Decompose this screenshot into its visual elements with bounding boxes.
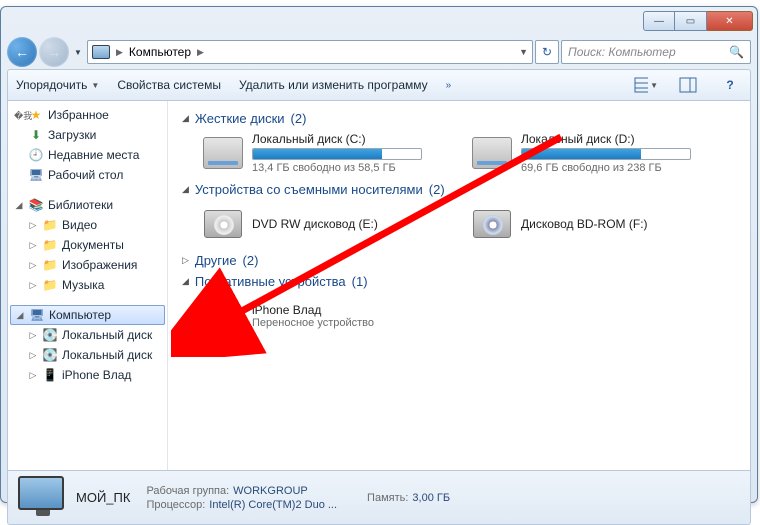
sidebar-drive-d[interactable]: ▷💽Локальный диск (8, 345, 167, 365)
section-hard-drives[interactable]: ◢ Жесткие диски (2) (182, 111, 736, 126)
usage-bar-d (522, 149, 641, 159)
star-icon: ★ (28, 107, 44, 123)
sidebar-desktop[interactable]: 🖥Рабочий стол (8, 165, 167, 185)
computer-node[interactable]: ◢🖥Компьютер (10, 305, 165, 325)
section-removable[interactable]: ◢ Устройства со съемными носителями (2) (182, 182, 736, 197)
back-button[interactable]: ← (7, 37, 37, 67)
collapse-icon: ◢ (182, 113, 189, 124)
collapse-icon: ◢ (182, 184, 189, 195)
address-bar[interactable]: ▶ Компьютер ▶ ▼ (87, 40, 533, 64)
folder-icon: 📁 (42, 257, 58, 273)
device-iphone[interactable]: iPhone Влад Переносное устройство (202, 295, 447, 337)
bluray-icon (471, 203, 513, 245)
organize-menu[interactable]: Упорядочить▼ (16, 78, 99, 92)
nav-bar: ← → ▼ ▶ Компьютер ▶ ▼ ↻ Поиск: Компьютер… (7, 35, 751, 69)
forward-button[interactable]: → (39, 37, 69, 67)
maximize-button[interactable]: ▭ (675, 11, 707, 31)
overflow-button[interactable]: » (446, 80, 452, 91)
collapse-icon: ◢ (182, 276, 189, 287)
expand-icon: ▷ (182, 255, 189, 266)
folder-icon: 📁 (42, 237, 58, 253)
drive-icon: 💽 (42, 327, 58, 343)
breadcrumb-computer[interactable]: Компьютер (129, 45, 191, 59)
details-pane: МОЙ_ПК Рабочая группа: WORKGROUP Процесс… (7, 471, 751, 525)
sidebar-documents[interactable]: ▷📁Документы (8, 235, 167, 255)
help-button[interactable]: ? (718, 74, 742, 96)
folder-icon: 📁 (42, 217, 58, 233)
desktop-icon: 🖥 (28, 167, 44, 183)
folder-icon: 📁 (42, 277, 58, 293)
hdd-icon (202, 132, 244, 174)
search-icon: 🔍 (729, 45, 744, 59)
dvd-icon (202, 203, 244, 245)
address-dropdown-icon[interactable]: ▼ (519, 47, 528, 57)
sidebar-recent[interactable]: 🕘Недавние места (8, 145, 167, 165)
chevron-right-icon: ▶ (197, 47, 204, 58)
system-properties-button[interactable]: Свойства системы (117, 78, 221, 92)
recent-icon: 🕘 (28, 147, 44, 163)
navigation-pane: �我★Избранное ⬇Загрузки 🕘Недавние места 🖥… (8, 101, 168, 470)
search-placeholder: Поиск: Компьютер (568, 45, 676, 59)
phone-icon: 📱 (42, 367, 58, 383)
explorer-window: — ▭ ✕ ← → ▼ ▶ Компьютер ▶ ▼ ↻ Поиск: Ком… (0, 6, 758, 503)
view-options-button[interactable]: ▼ (634, 74, 658, 96)
pc-name: МОЙ_ПК (76, 490, 130, 505)
sidebar-videos[interactable]: ▷📁Видео (8, 215, 167, 235)
uninstall-program-button[interactable]: Удалить или изменить программу (239, 78, 428, 92)
history-dropdown[interactable]: ▼ (71, 38, 85, 66)
preview-pane-button[interactable] (676, 74, 700, 96)
computer-icon: 🖥 (29, 307, 45, 323)
sidebar-iphone[interactable]: ▷📱iPhone Влад (8, 365, 167, 385)
drive-d[interactable]: Локальный диск (D:) 69,6 ГБ свободно из … (471, 132, 716, 174)
chevron-right-icon: ▶ (116, 47, 123, 58)
phone-icon (202, 295, 244, 337)
search-box[interactable]: Поиск: Компьютер 🔍 (561, 40, 751, 64)
favorites-node[interactable]: �我★Избранное (8, 105, 167, 125)
library-icon: 📚 (28, 197, 44, 213)
content-pane: ◢ Жесткие диски (2) Локальный диск (C:) … (168, 101, 750, 470)
minimize-button[interactable]: — (643, 11, 675, 31)
computer-icon (92, 45, 110, 59)
explorer-body: �我★Избранное ⬇Загрузки 🕘Недавние места 🖥… (7, 101, 751, 471)
drive-dvd[interactable]: DVD RW дисковод (E:) (202, 203, 447, 245)
drive-c[interactable]: Локальный диск (C:) 13,4 ГБ свободно из … (202, 132, 447, 174)
sidebar-drive-c[interactable]: ▷💽Локальный диск (8, 325, 167, 345)
section-portable[interactable]: ◢ Портативные устройства (1) (182, 274, 736, 289)
sidebar-music[interactable]: ▷📁Музыка (8, 275, 167, 295)
libraries-node[interactable]: ◢📚Библиотеки (8, 195, 167, 215)
download-icon: ⬇ (28, 127, 44, 143)
drive-bd[interactable]: Дисковод BD-ROM (F:) (471, 203, 716, 245)
titlebar: — ▭ ✕ (1, 7, 757, 35)
usage-bar-c (253, 149, 382, 159)
drive-icon: 💽 (42, 347, 58, 363)
close-button[interactable]: ✕ (707, 11, 753, 31)
command-bar: Упорядочить▼ Свойства системы Удалить ил… (7, 69, 751, 101)
sidebar-downloads[interactable]: ⬇Загрузки (8, 125, 167, 145)
section-other[interactable]: ▷ Другие (2) (182, 253, 736, 268)
sidebar-pictures[interactable]: ▷📁Изображения (8, 255, 167, 275)
hdd-icon (471, 132, 513, 174)
refresh-button[interactable]: ↻ (535, 40, 559, 64)
